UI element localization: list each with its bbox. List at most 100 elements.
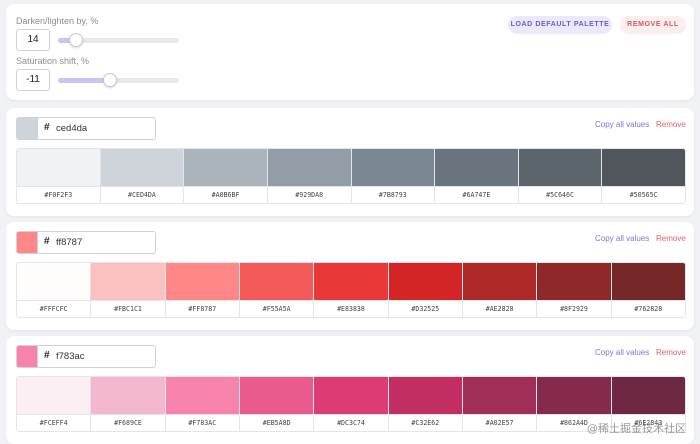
shade-swatch[interactable] [100, 149, 184, 186]
copy-all-values-link[interactable]: Copy all values [595, 234, 649, 243]
darken-slider[interactable] [58, 32, 179, 48]
shade-swatch[interactable] [17, 149, 100, 186]
color-swatch[interactable] [17, 118, 38, 139]
remove-all-button[interactable]: REMOVE ALL [620, 16, 686, 34]
shade-swatch[interactable] [17, 263, 91, 300]
shade-swatch[interactable] [314, 377, 388, 414]
shade-cell[interactable]: #50565C [602, 149, 685, 203]
hash-symbol: # [44, 350, 50, 361]
darken-input[interactable]: 14 [16, 29, 50, 51]
shade-hex-code: #EB5A8D [239, 414, 314, 431]
shade-hex-code: #6A747E [435, 186, 518, 203]
hex-value: f783ac [56, 351, 85, 362]
slider-thumb[interactable] [102, 73, 117, 87]
hex-value: ced4da [56, 123, 88, 134]
copy-all-values-link[interactable]: Copy all values [595, 348, 649, 357]
shade-hex-code: #C32E62 [388, 414, 462, 431]
shade-cell[interactable]: #929DA8 [267, 149, 352, 203]
shade-hex-code: #7B8793 [351, 186, 435, 203]
shade-hex-code: #5C646C [518, 186, 602, 203]
shade-cell[interactable]: #762828 [611, 263, 685, 317]
shade-hex-code: #762828 [611, 300, 685, 317]
shade-cell[interactable]: #FBC1C1 [91, 263, 166, 317]
shade-swatch[interactable] [239, 263, 314, 300]
shade-swatch[interactable] [435, 149, 518, 186]
color-swatch[interactable] [17, 346, 38, 367]
shade-hex-code: #A0B6BF [184, 186, 267, 203]
remove-palette-link[interactable]: Remove [656, 120, 686, 129]
shade-cell[interactable]: #5C646C [518, 149, 603, 203]
hex-value: ff8787 [56, 237, 83, 248]
load-default-palette-button[interactable]: LOAD DEFAULT PALETTE [508, 16, 612, 34]
palette-card: # ced4da Copy all values Remove #F0F2F3 #… [6, 108, 694, 216]
shade-swatch[interactable] [537, 377, 611, 414]
saturation-label: Saturation shift, % [16, 56, 90, 66]
shade-cell[interactable]: #DC3C74 [314, 377, 389, 431]
shade-cell[interactable]: #A02E57 [462, 377, 538, 431]
copy-all-values-link[interactable]: Copy all values [595, 120, 649, 129]
slider-thumb[interactable] [68, 33, 83, 47]
shade-cell[interactable]: #EB5A8D [239, 377, 315, 431]
color-swatch[interactable] [17, 232, 38, 253]
saturation-input[interactable]: -11 [16, 69, 50, 91]
shade-strip: #FFFCFC #FBC1C1 #FF8787 #F55A5A #E83838 #D325… [16, 262, 686, 318]
shade-hex-code: #DC3C74 [314, 414, 388, 431]
shade-hex-code: #50565C [602, 186, 685, 203]
shade-swatch[interactable] [239, 377, 314, 414]
shade-swatch[interactable] [314, 263, 388, 300]
shade-swatch[interactable] [518, 149, 602, 186]
shade-swatch[interactable] [388, 263, 462, 300]
saturation-slider[interactable] [58, 72, 179, 88]
shade-cell[interactable]: #6A747E [435, 149, 519, 203]
shade-swatch[interactable] [91, 377, 165, 414]
shade-hex-code: #D32525 [388, 300, 462, 317]
shade-strip: #F0F2F3 #CED4DA #A0B6BF #929DA8 #7B8793 #6A74… [16, 148, 686, 204]
adjustments-panel: Darken/lighten by, % 14 Saturation shift… [6, 4, 694, 100]
shade-swatch[interactable] [462, 263, 537, 300]
watermark: @稀土掘金技术社区 [587, 422, 686, 435]
slider-fill [58, 78, 109, 83]
shade-cell[interactable]: #CED4DA [100, 149, 185, 203]
shade-cell[interactable]: #FCEFF4 [17, 377, 92, 431]
shade-cell[interactable]: #7B8793 [351, 149, 436, 203]
darken-label: Darken/lighten by, % [16, 16, 99, 26]
remove-palette-link[interactable]: Remove [656, 348, 686, 357]
shade-cell[interactable]: #FF8787 [165, 263, 240, 317]
shade-cell[interactable]: #E83838 [314, 263, 389, 317]
shade-cell[interactable]: #D32525 [388, 263, 463, 317]
shade-swatch[interactable] [165, 377, 239, 414]
shade-hex-code: #CED4DA [100, 186, 184, 203]
shade-hex-code: #F0F2F3 [17, 186, 100, 203]
shade-swatch[interactable] [351, 149, 435, 186]
hex-input[interactable]: # f783ac [16, 345, 156, 368]
shade-swatch[interactable] [267, 149, 351, 186]
shade-cell[interactable]: #F0F2F3 [17, 149, 101, 203]
shade-cell[interactable]: #F55A5A [239, 263, 315, 317]
shade-swatch[interactable] [388, 377, 462, 414]
shade-swatch[interactable] [165, 263, 239, 300]
shade-cell[interactable]: #AE2828 [462, 263, 538, 317]
shade-swatch[interactable] [17, 377, 91, 414]
shade-swatch[interactable] [91, 263, 165, 300]
shade-swatch[interactable] [611, 263, 685, 300]
shade-cell[interactable]: #C32E62 [388, 377, 463, 431]
shade-hex-code: #FF8787 [165, 300, 239, 317]
palette-card: # ff8787 Copy all values Remove #FFFCFC #… [6, 222, 694, 330]
shade-swatch[interactable] [184, 149, 267, 186]
shade-cell[interactable]: #F689CE [91, 377, 166, 431]
hash-symbol: # [44, 122, 50, 133]
shade-swatch[interactable] [537, 263, 611, 300]
shade-cell[interactable]: #A0B6BF [184, 149, 268, 203]
shade-cell[interactable]: #F783AC [165, 377, 240, 431]
shade-hex-code: #FFFCFC [17, 300, 91, 317]
shade-swatch[interactable] [602, 149, 685, 186]
hex-input[interactable]: # ced4da [16, 117, 156, 140]
shade-cell[interactable]: #8F2929 [537, 263, 612, 317]
shade-swatch[interactable] [462, 377, 537, 414]
hex-input[interactable]: # ff8787 [16, 231, 156, 254]
hash-symbol: # [44, 236, 50, 247]
shade-swatch[interactable] [611, 377, 685, 414]
shade-cell[interactable]: #FFFCFC [17, 263, 92, 317]
shade-hex-code: #FBC1C1 [91, 300, 165, 317]
remove-palette-link[interactable]: Remove [656, 234, 686, 243]
